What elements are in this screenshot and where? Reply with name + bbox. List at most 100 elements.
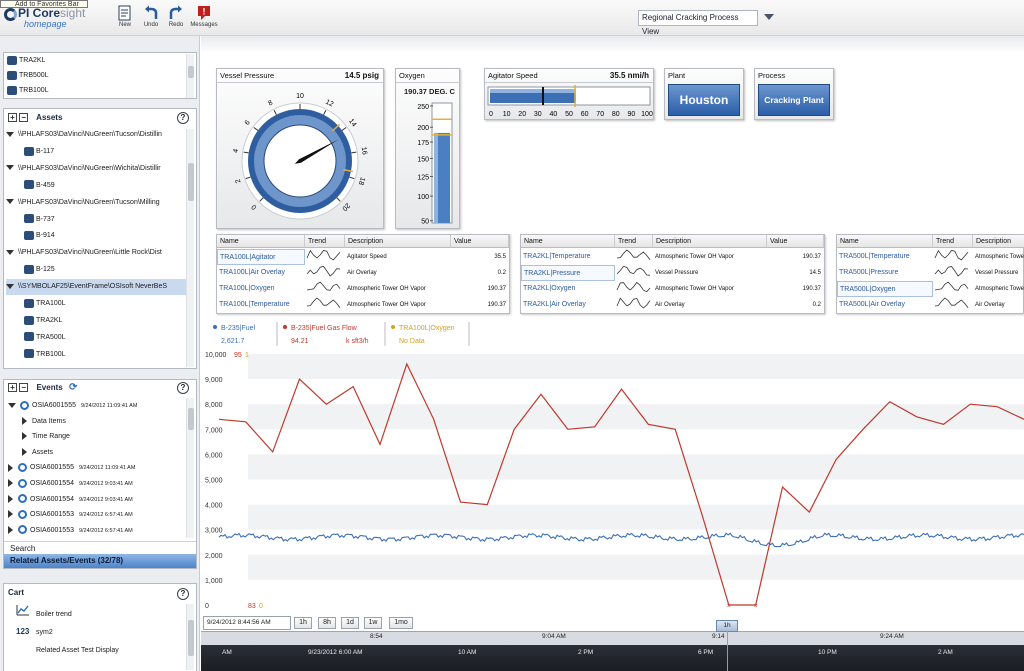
collapse-all-icon[interactable]: − (19, 113, 29, 123)
table-cell-name[interactable]: TRA100L|Oxygen (217, 281, 305, 297)
asset-tree-item[interactable]: TRB100L (6, 347, 186, 363)
expand-arrow-icon[interactable] (22, 447, 27, 456)
expand-arrow-icon[interactable] (6, 283, 14, 289)
column-header-value[interactable]: Value (451, 235, 509, 248)
table-cell-name[interactable]: TRA100L|Temperature (217, 297, 305, 313)
event-item[interactable]: Assets (8, 445, 186, 461)
cart-item[interactable]: Boiler trend (16, 604, 184, 622)
asset-list-item[interactable]: TRB500L (7, 68, 49, 84)
event-item[interactable]: OSIA6001555 9/24/2012 11:09:41 AM (8, 460, 186, 476)
expand-arrow-icon[interactable] (6, 249, 14, 255)
oxygen-bar-gauge[interactable]: Oxygen 190.37 DEG. C 250 200 175 150 125 100 5… (395, 68, 460, 229)
collapse-all-icon[interactable]: − (19, 383, 29, 393)
events-scrollbar[interactable] (186, 398, 194, 538)
related-assets-events-tab[interactable]: Related Assets/Events (32/78) (4, 554, 196, 568)
expand-arrow-icon[interactable] (8, 510, 13, 519)
event-item[interactable]: OSIA6001554 9/24/2012 9:03:41 AM (8, 492, 186, 508)
cart-item[interactable]: 123 sym2 (16, 623, 184, 641)
asset-tree-item[interactable]: TRA500L (6, 330, 186, 346)
expand-all-icon[interactable]: + (8, 383, 17, 393)
asset-tree-item[interactable]: \\PHLAFS03\DaVinci\NuGreen\Tucson\Distil… (6, 127, 186, 143)
redo-button[interactable]: Redo (161, 3, 191, 35)
agitator-speed-gauge[interactable]: Agitator Speed 35.5 nmi/h 0 10 20 30 40 50 60 7… (484, 68, 654, 120)
asset-tree-item[interactable]: \\PHLAFS03\DaVinci\NuGreen\Little Rock\D… (6, 245, 186, 261)
start-time-field[interactable]: 9/24/2012 8:44:56 AM (203, 616, 291, 630)
messages-button[interactable]: ! Messages (189, 3, 219, 35)
time-range-button-8h[interactable]: 8h (318, 617, 336, 629)
event-item[interactable]: Data Items (8, 414, 186, 430)
search-tab[interactable]: Search (4, 541, 196, 554)
vessel-pressure-gauge[interactable]: Vessel Pressure 14.5 psig 0 2 4 6 8 10 12 14 16 1… (216, 68, 384, 229)
top-list-scrollbar[interactable] (186, 54, 194, 98)
expand-arrow-icon[interactable] (6, 131, 14, 137)
table-cell-name[interactable]: TRA2KL|Temperature (521, 249, 615, 265)
column-header-trend[interactable]: Trend (305, 235, 345, 248)
asset-tree-item[interactable]: \\SYMBOLAF25\EventFrame\OSIsoft NeverBeS (6, 279, 186, 296)
table-cell-name[interactable]: TRA100L|Agitator (217, 249, 305, 265)
expand-arrow-icon[interactable] (8, 479, 13, 488)
table-tra2kl[interactable]: Name Trend Description Value TRA2KL|Temperat… (520, 234, 825, 314)
expand-arrow-icon[interactable] (6, 199, 14, 205)
app-logo[interactable]: PI Coresight homepage (4, 6, 109, 32)
column-header-trend[interactable]: Trend (933, 235, 973, 248)
process-tile[interactable]: Process Cracking Plant (754, 68, 834, 120)
expand-arrow-icon[interactable] (22, 416, 27, 425)
event-item[interactable]: OSIA6001555 9/24/2012 11:09:41 AM (8, 398, 186, 414)
asset-tree-item[interactable]: \\PHLAFS03\DaVinci\NuGreen\Wichita\Disti… (6, 161, 186, 177)
expand-all-icon[interactable]: + (8, 113, 17, 123)
column-header-value[interactable]: Value (767, 235, 824, 248)
trend-chart[interactable]: B-235|Fuel 2,621.7 B-235|Fuel Gas Flow 94.2… (203, 318, 1024, 618)
legend-name[interactable]: B-235|Fuel (221, 325, 256, 332)
asset-tree-item[interactable]: \\PHLAFS03\DaVinci\NuGreen\Tucson\Millin… (6, 195, 186, 211)
help-icon[interactable]: ? (177, 382, 189, 394)
time-range-button-1h[interactable]: 1h (294, 617, 312, 629)
legend-name[interactable]: B-235|Fuel Gas Flow (291, 325, 358, 332)
asset-tree-item[interactable]: B-737 (6, 212, 186, 228)
expand-arrow-icon[interactable] (8, 402, 16, 408)
expand-arrow-icon[interactable] (8, 494, 13, 503)
column-header-trend[interactable]: Trend (615, 235, 653, 248)
column-header-description[interactable]: Description (653, 235, 767, 248)
event-item[interactable]: Time Range (8, 429, 186, 445)
asset-list-item[interactable]: TRB100L (7, 83, 49, 99)
time-range-button-1w[interactable]: 1w (364, 617, 382, 629)
event-item[interactable]: OSIA6001553 9/24/2012 6:57:41 AM (8, 523, 186, 539)
table-cell-name[interactable]: TRA500L|Temperature (837, 249, 933, 265)
expand-arrow-icon[interactable] (8, 463, 13, 472)
event-item[interactable]: OSIA6001554 9/24/2012 9:03:41 AM (8, 476, 186, 492)
table-cell-name[interactable]: TRA500L|Air Overlay (837, 297, 933, 313)
column-header-description[interactable]: Description (345, 235, 451, 248)
help-icon[interactable]: ? (177, 588, 189, 600)
display-selector[interactable]: Regional Cracking Process View (638, 10, 758, 36)
table-cell-name[interactable]: TRA2KL|Air Overlay (521, 297, 615, 313)
legend-name[interactable]: TRA100L|Oxygen (399, 325, 455, 332)
asset-tree-item[interactable]: B-117 (6, 144, 186, 160)
expand-arrow-icon[interactable] (8, 525, 13, 534)
asset-tree-item[interactable]: B-914 (6, 228, 186, 244)
chevron-down-icon[interactable] (764, 14, 774, 20)
table-tra500l[interactable]: Name Trend Description TRA500L|Temperature A… (836, 234, 1024, 314)
cart-scrollbar[interactable] (186, 604, 194, 670)
expand-arrow-icon[interactable] (6, 165, 14, 171)
time-range-button-1mo[interactable]: 1mo (389, 617, 413, 629)
help-icon[interactable]: ? (177, 112, 189, 124)
asset-list-item[interactable]: TRA2KL (7, 53, 45, 69)
asset-tree-item[interactable]: TRA100L (6, 296, 186, 312)
plant-tile[interactable]: Plant Houston (664, 68, 744, 120)
table-tra100l[interactable]: Name Trend Description Value TRA100L|Agitato… (216, 234, 510, 314)
column-header-description[interactable]: Description (973, 235, 1024, 248)
time-range-button-1d[interactable]: 1d (341, 617, 359, 629)
assets-scrollbar[interactable] (186, 129, 194, 367)
asset-tree-item[interactable]: B-125 (6, 262, 186, 278)
refresh-icon[interactable]: ⟳ (69, 382, 77, 393)
table-cell-name[interactable]: TRA2KL|Pressure (521, 265, 615, 281)
table-cell-name[interactable]: TRA2KL|Oxygen (521, 281, 615, 297)
asset-tree-item[interactable]: TRA2KL (6, 313, 186, 329)
expand-arrow-icon[interactable] (22, 432, 27, 441)
column-header-name[interactable]: Name (521, 235, 615, 248)
cart-item[interactable]: Related Asset Test Display (16, 642, 184, 660)
event-item[interactable]: OSIA6001553 9/24/2012 6:57:41 AM (8, 507, 186, 523)
table-cell-name[interactable]: TRA100L|Air Overlay (217, 265, 305, 281)
column-header-name[interactable]: Name (217, 235, 305, 248)
asset-tree-item[interactable]: B-459 (6, 178, 186, 194)
